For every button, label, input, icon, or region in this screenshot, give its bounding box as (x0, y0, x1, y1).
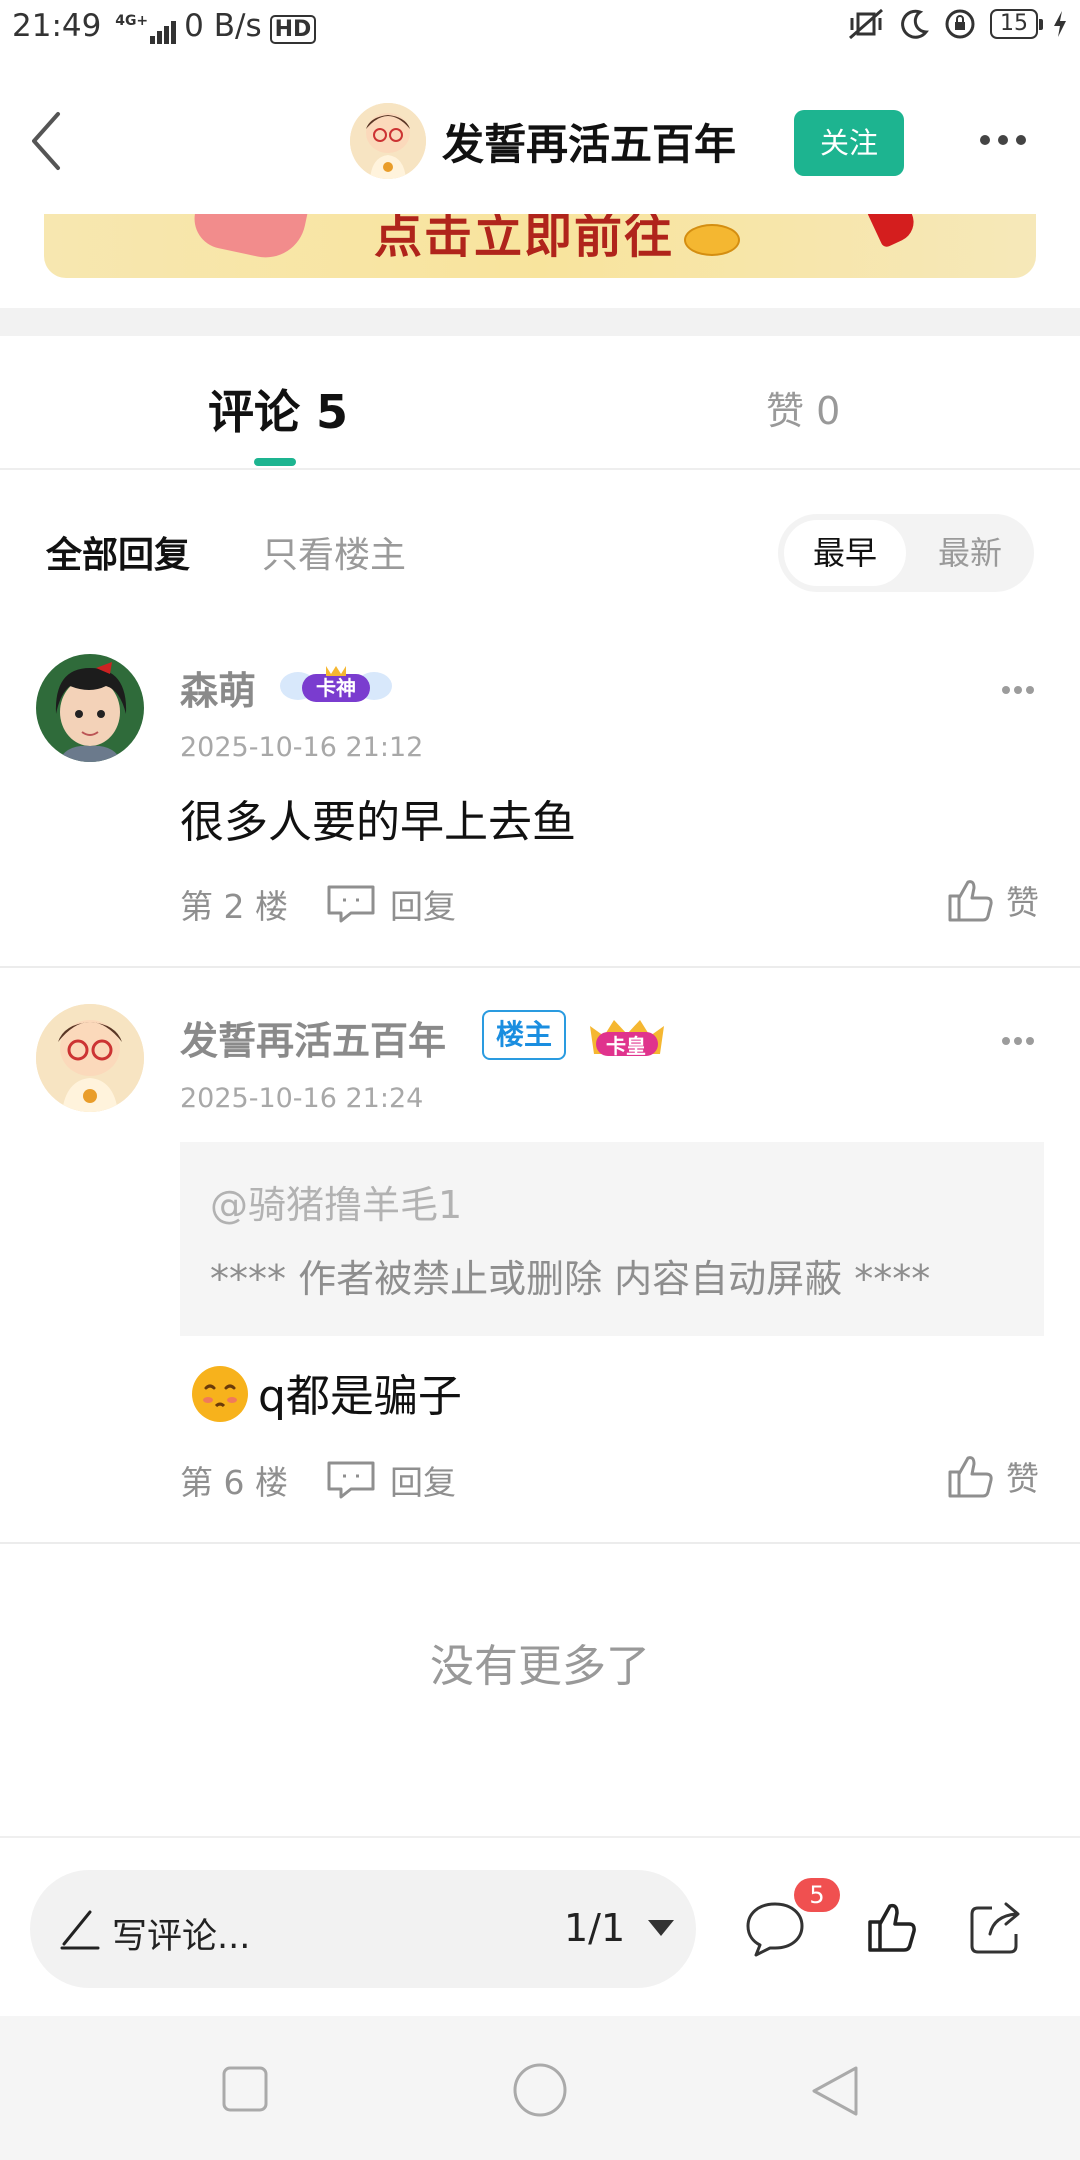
comment-text: q都是骗子 (258, 1371, 462, 1422)
comment-date: 2025-10-16 21:12 (180, 732, 424, 763)
no-more-text: 没有更多了 (430, 1641, 650, 1692)
page-indicator[interactable]: 1/1 (564, 1906, 625, 1950)
comment-bubble-icon (746, 1902, 804, 1957)
rotation-lock-icon (945, 9, 975, 39)
filter-op-only[interactable]: 只看楼主 (262, 526, 406, 578)
comment-date: 2025-10-16 21:24 (180, 1083, 424, 1114)
tab-bar: 评论 5 赞 0 (0, 336, 1080, 470)
square-icon (222, 2066, 268, 2112)
comment-username[interactable]: 森萌 (180, 660, 256, 715)
pencil-icon (60, 1910, 100, 1950)
bottom-action-bar: 写评论... 1/1 5 (0, 1836, 1080, 2016)
thumb-up-icon (948, 880, 993, 922)
status-right: 15 (848, 8, 1068, 40)
write-comment-placeholder: 写评论... (112, 1917, 251, 1957)
ribbon-decoration-right (867, 214, 921, 249)
reply-label: 回复 (390, 887, 456, 926)
promo-banner[interactable]: 点击立即前往 (44, 214, 1036, 278)
reply-label: 回复 (390, 1463, 456, 1502)
comments-button[interactable] (744, 1900, 806, 1962)
comment-divider (0, 1542, 1080, 1544)
like-label: 赞 (1006, 1459, 1039, 1498)
floor-number: 第 2 楼 (180, 887, 288, 926)
write-comment-input[interactable]: 写评论... 1/1 (30, 1870, 696, 1988)
status-bar: 21:49 4G+ 0 B/s HD 15 (0, 0, 1080, 56)
header-user[interactable]: 发誓再活五百年 (350, 102, 736, 180)
moon-icon (901, 9, 929, 39)
comment-username[interactable]: 发誓再活五百年 (180, 1010, 446, 1065)
reply-icon (327, 1461, 375, 1499)
coin-icon (684, 224, 740, 256)
charging-icon (1054, 11, 1066, 37)
ribbon-decoration (188, 214, 310, 265)
emoji-icon (190, 1364, 250, 1428)
network-speed: 0 B/s (184, 8, 262, 44)
sort-newest-button[interactable]: 最新 (912, 520, 1028, 586)
commenter-avatar-image (36, 654, 144, 762)
reply-button[interactable]: 回复 (326, 880, 456, 928)
page-title: 发誓再活五百年 (442, 119, 737, 169)
sort-earliest-button[interactable]: 最早 (784, 520, 906, 586)
share-button[interactable] (968, 1900, 1024, 1960)
card-god-badge: 卡神 (280, 662, 392, 714)
sort-toggle: 最早 最新 (778, 514, 1034, 592)
floor-number: 第 6 楼 (180, 1463, 288, 1502)
section-separator (0, 308, 1080, 336)
thumb-up-icon (868, 1903, 916, 1952)
avatar[interactable] (36, 1004, 144, 1112)
comment-text: 很多人要的早上去鱼 (180, 797, 576, 848)
system-nav-bar (0, 2016, 1080, 2160)
host-tag: 楼主 (482, 1010, 566, 1060)
battery-icon: 15 (990, 9, 1043, 39)
comment-count-badge: 5 (794, 1878, 840, 1912)
vibrate-icon (849, 8, 883, 40)
recent-apps-button[interactable] (222, 2066, 268, 2116)
home-button[interactable] (512, 2062, 568, 2122)
filter-row: 全部回复 只看楼主 最早 最新 (0, 500, 1080, 606)
badge-text: 卡神 (316, 676, 356, 700)
thumb-up-icon (948, 1456, 993, 1498)
status-time: 21:49 (12, 8, 102, 44)
hd-icon: HD (269, 15, 317, 44)
back-nav-button[interactable] (808, 2064, 860, 2122)
author-avatar-image (350, 103, 426, 179)
like-button[interactable]: 赞 (946, 876, 1039, 924)
active-tab-indicator (254, 458, 296, 466)
more-dots-icon (980, 130, 1034, 149)
status-left: 21:49 4G+ 0 B/s HD (12, 8, 317, 44)
quoted-comment: @骑猪撸羊毛1 **** 作者被禁止或删除 内容自动屏蔽 **** (180, 1142, 1044, 1336)
like-post-button[interactable] (866, 1900, 916, 1958)
back-button[interactable] (24, 106, 74, 176)
back-arrow-icon (32, 112, 60, 170)
chevron-down-icon[interactable] (648, 1920, 674, 1936)
comment-divider (0, 966, 1080, 968)
reply-button[interactable]: 回复 (326, 1456, 456, 1504)
badge-text: 卡皇 (606, 1034, 646, 1058)
commenter-avatar-image (36, 1004, 144, 1112)
comment-more-button[interactable] (1002, 1030, 1038, 1045)
triangle-back-icon (812, 2066, 858, 2116)
circle-icon (513, 2063, 567, 2117)
comment-more-button[interactable] (1002, 679, 1038, 694)
avatar[interactable] (350, 103, 426, 179)
quoted-user[interactable]: @骑猪撸羊毛1 (210, 1174, 462, 1229)
tab-likes[interactable]: 赞 0 (766, 380, 840, 435)
avatar[interactable] (36, 654, 144, 762)
top-header: 发誓再活五百年 关注 (0, 66, 1080, 216)
like-label: 赞 (1006, 883, 1039, 922)
quoted-text: **** 作者被禁止或删除 内容自动屏蔽 **** (210, 1257, 931, 1301)
signal-icon (150, 8, 178, 44)
tab-comments[interactable]: 评论 5 (208, 376, 348, 442)
more-options-button[interactable] (980, 130, 1036, 154)
filter-all-replies[interactable]: 全部回复 (46, 526, 190, 578)
card-emperor-badge: 卡皇 (584, 1012, 670, 1064)
network-type: 4G+ (115, 12, 149, 29)
share-icon (970, 1902, 1020, 1954)
reply-icon (327, 885, 375, 923)
banner-text: 点击立即前往 (374, 214, 675, 264)
follow-button[interactable]: 关注 (794, 110, 904, 176)
like-button[interactable]: 赞 (946, 1452, 1039, 1500)
